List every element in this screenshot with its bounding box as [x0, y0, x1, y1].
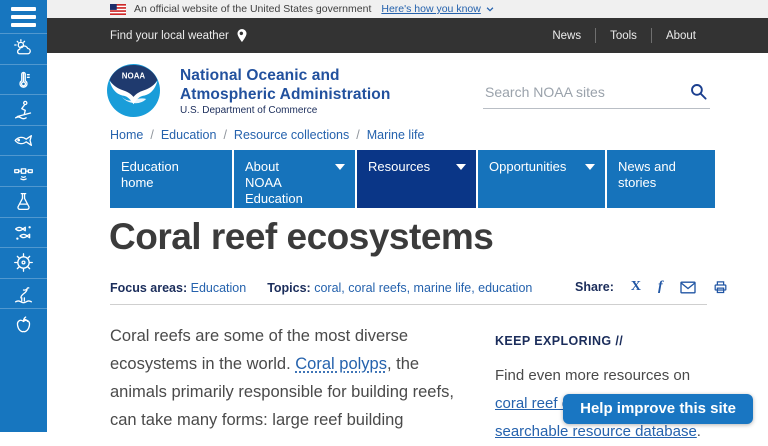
tab-label: Opportunities [489, 159, 573, 175]
chevron-down-icon [335, 164, 345, 170]
tab-label: About NOAA Education [245, 159, 317, 207]
keep-exploring-heading: KEEP EXPLORING // [495, 334, 713, 348]
tab-resources[interactable]: Resources [357, 150, 476, 208]
section-divider [110, 304, 707, 305]
chevron-down-icon [585, 164, 595, 170]
topics-links[interactable]: coral, coral reefs, marine life, educati… [314, 281, 532, 295]
breadcrumb-separator: / [223, 128, 226, 142]
tab-label: Education home [121, 159, 199, 191]
satellites-icon[interactable] [0, 155, 47, 186]
focus-area-education-link[interactable]: Education [191, 281, 247, 295]
marine-life-icon[interactable] [0, 217, 47, 248]
sanctuaries-icon[interactable] [0, 278, 47, 309]
focus-areas-label: Focus areas: [110, 281, 187, 295]
section-nav: Education home About NOAA Education Reso… [110, 150, 715, 208]
climate-icon[interactable] [0, 64, 47, 95]
utility-topbar: Find your local weather News Tools About [47, 18, 768, 53]
research-icon[interactable] [0, 186, 47, 217]
org-name-line2: Atmospheric Administration [180, 85, 390, 104]
dept-of-commerce: U.S. Department of Commerce [180, 105, 317, 116]
tab-opportunities[interactable]: Opportunities [478, 150, 605, 208]
site-search [483, 80, 710, 109]
topbar-link-news[interactable]: News [538, 30, 595, 42]
location-pin-icon [236, 28, 248, 43]
org-name: National Oceanic and Atmospheric Adminis… [180, 66, 390, 104]
page-title: Coral reef ecosystems [109, 216, 493, 258]
ocean-coasts-icon[interactable] [0, 94, 47, 125]
topbar-link-tools[interactable]: Tools [596, 30, 651, 42]
keep-exploring-panel: KEEP EXPLORING // Find even more resourc… [495, 334, 713, 446]
search-icon[interactable] [689, 82, 708, 106]
chevron-down-icon[interactable] [485, 4, 495, 14]
share-facebook-icon[interactable]: f [658, 279, 663, 295]
breadcrumb-resource-collections[interactable]: Resource collections [234, 128, 349, 142]
chevron-down-icon [456, 164, 466, 170]
search-input[interactable] [483, 80, 710, 109]
org-name-line1: National Oceanic and [180, 66, 390, 85]
breadcrumb-home[interactable]: Home [110, 128, 143, 142]
tab-education-home[interactable]: Education home [110, 150, 232, 208]
charting-icon[interactable] [0, 247, 47, 278]
menu-icon[interactable] [0, 0, 47, 33]
theme-sidebar [0, 0, 47, 432]
tab-about-noaa-education[interactable]: About NOAA Education [234, 150, 355, 208]
share-bar: Share: X f [575, 279, 728, 295]
breadcrumb-separator: / [150, 128, 153, 142]
weather-icon[interactable] [0, 33, 47, 64]
us-flag-icon [110, 4, 126, 15]
breadcrumb-education[interactable]: Education [161, 128, 217, 142]
local-weather-link[interactable]: Find your local weather [110, 28, 248, 43]
official-site-text: An official website of the United States… [134, 3, 371, 15]
education-icon[interactable] [0, 308, 47, 339]
breadcrumb-separator: / [356, 128, 359, 142]
noaa-logo[interactable]: NOAA [107, 64, 160, 117]
share-email-icon[interactable] [680, 281, 696, 294]
explore-text: Find even more resources on [495, 367, 690, 384]
share-label: Share: [575, 280, 614, 294]
breadcrumb: Home / Education / Resource collections / Mari… [110, 128, 424, 142]
tab-news-and-stories[interactable]: News and stories [607, 150, 715, 208]
intro-paragraph: Coral reefs are some of the most diverse… [110, 322, 468, 434]
share-x-icon[interactable]: X [631, 279, 641, 295]
svg-text:NOAA: NOAA [122, 71, 146, 80]
topbar-link-about[interactable]: About [652, 30, 710, 42]
tab-label: Resources [368, 159, 440, 175]
how-you-know-link[interactable]: Here's how you know [381, 3, 480, 15]
coral-polyps-link[interactable]: Coral polyps [295, 355, 387, 373]
usa-gov-banner: An official website of the United States… [47, 0, 768, 18]
page-meta: Focus areas: Education Topics: coral, co… [110, 281, 532, 295]
fisheries-icon[interactable] [0, 125, 47, 156]
breadcrumb-marine-life[interactable]: Marine life [367, 128, 425, 142]
local-weather-label: Find your local weather [110, 30, 229, 42]
topics-label: Topics: [267, 281, 311, 295]
help-improve-site-button[interactable]: Help improve this site [563, 394, 753, 424]
tab-label: News and stories [618, 159, 688, 191]
share-print-icon[interactable] [713, 280, 728, 295]
